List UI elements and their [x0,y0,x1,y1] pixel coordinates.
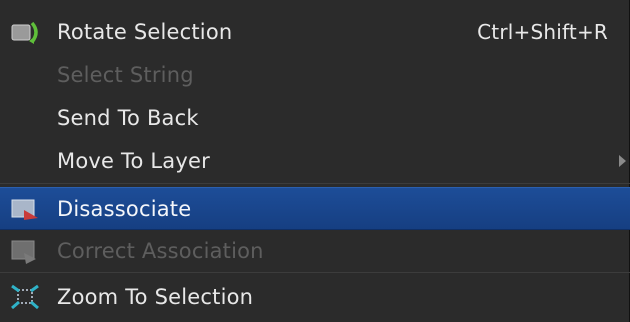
menu-item-move-to-layer[interactable]: Move To Layer [0,139,630,182]
menu-item-label: Zoom To Selection [57,284,254,309]
context-menu: Rotate Selection Ctrl+Shift+R Select Str… [0,0,630,322]
menu-item-label: Select String [57,62,194,87]
menu-item-zoom-to-selection[interactable]: Zoom To Selection [0,275,630,318]
menu-item-label: Move To Layer [57,148,210,173]
menu-item-disassociate[interactable]: Disassociate [0,187,630,230]
menu-item-label: Rotate Selection [57,19,233,44]
rotate-icon [8,17,44,47]
menu-separator [0,183,630,184]
menu-item-label: Correct Association [57,238,264,263]
menu-separator [0,272,630,273]
menu-item-correct-association[interactable]: Correct Association [0,229,630,272]
correct-association-icon [8,236,44,266]
menu-item-label: Disassociate [57,196,192,221]
menu-item-select-string[interactable]: Select String [0,53,630,96]
zoom-to-selection-icon [8,282,44,312]
menu-item-shortcut: Ctrl+Shift+R [477,19,608,44]
submenu-arrow-icon [619,154,626,167]
disassociate-icon [8,194,44,224]
menu-item-label: Send To Back [57,105,199,130]
menu-item-send-to-back[interactable]: Send To Back [0,96,630,139]
menu-item-rotate-selection[interactable]: Rotate Selection Ctrl+Shift+R [0,10,630,53]
